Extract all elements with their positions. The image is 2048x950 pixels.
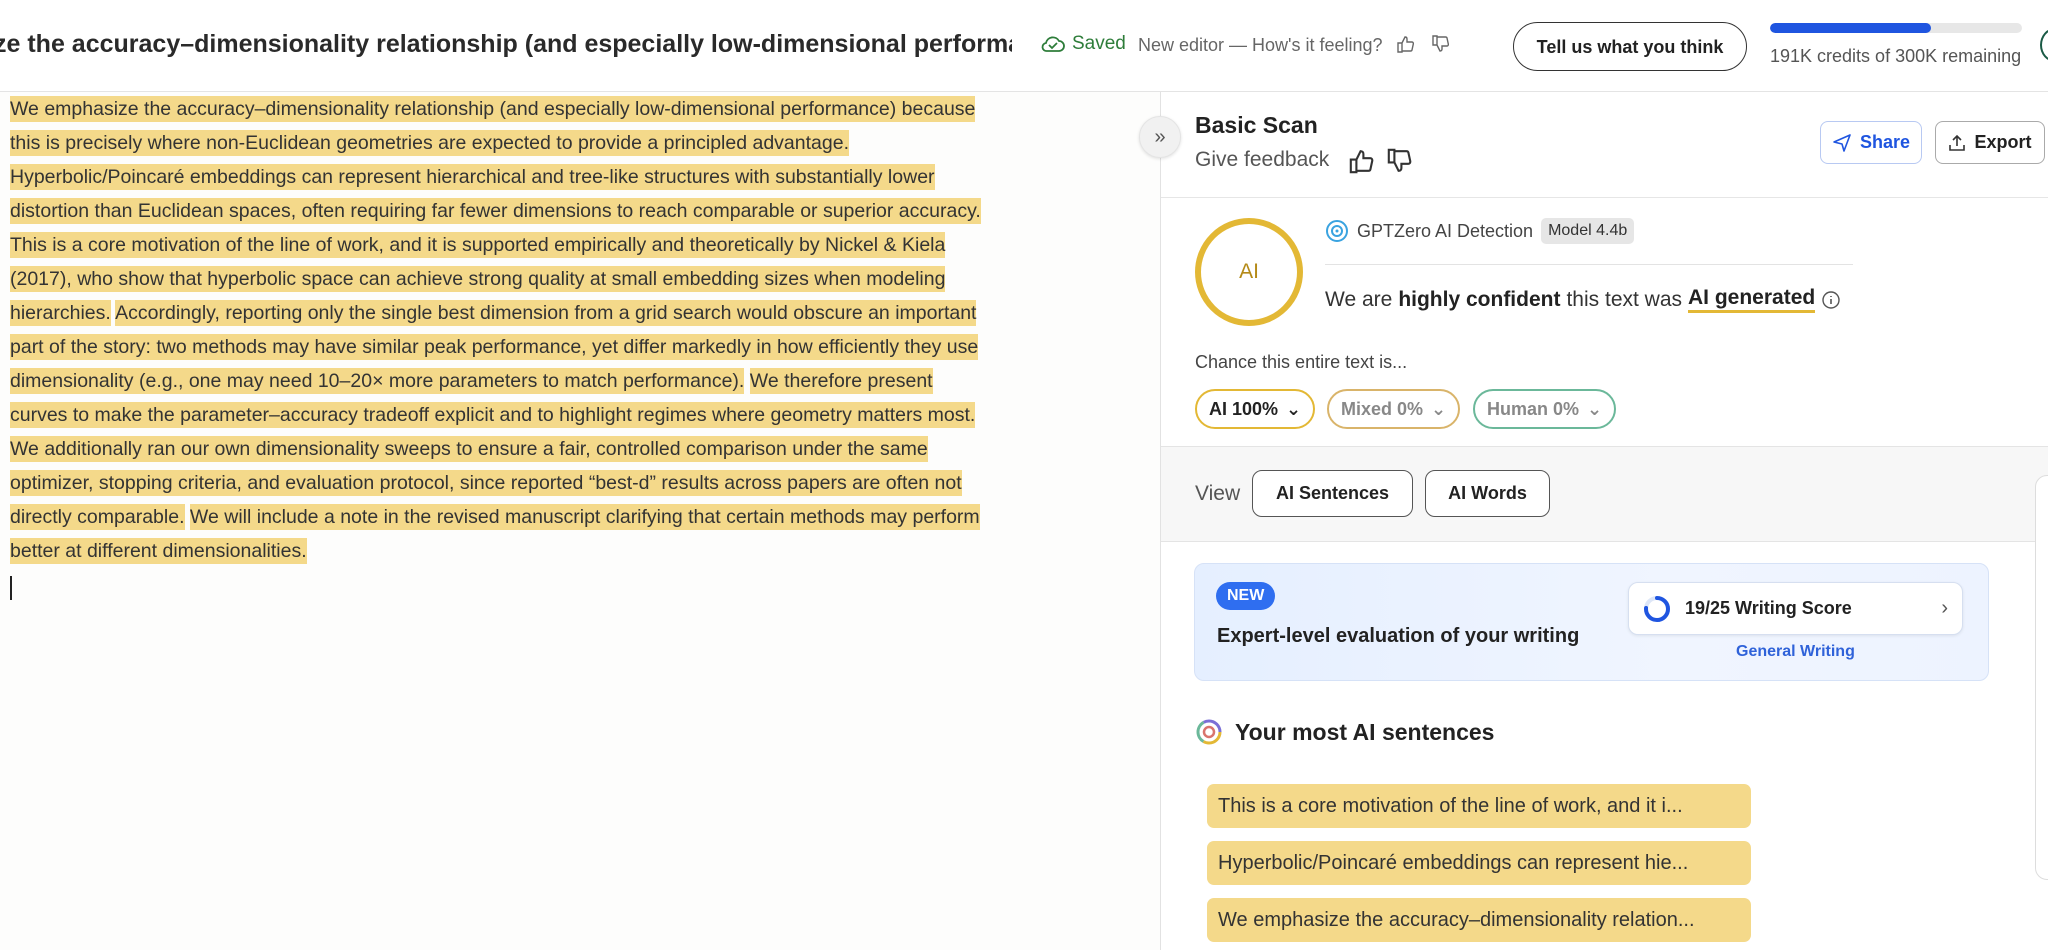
side-drawer-edge[interactable] [2035, 475, 2048, 880]
credits-progress-bar [1770, 23, 2022, 33]
top-bar: ze the accuracy–dimensionality relations… [0, 0, 2048, 92]
model-tag: Model 4.4b [1541, 218, 1635, 244]
document-title[interactable]: ze the accuracy–dimensionality relations… [0, 30, 1012, 59]
panel-title: Basic Scan [1195, 112, 1318, 138]
panel-divider [1161, 197, 2048, 198]
promo-title: Expert-level evaluation of your writing [1217, 625, 1580, 647]
top-ai-sentence[interactable]: Hyperbolic/Poincaré embeddings can repre… [1207, 841, 1751, 885]
info-icon[interactable] [1821, 290, 1841, 310]
saved-label: Saved [1072, 33, 1126, 54]
verdict-text: We are highly confident this text was AI… [1325, 286, 1841, 313]
top-ai-sentence[interactable]: We emphasize the accuracy–dimensionality… [1207, 898, 1751, 942]
chevron-down-icon: ⌄ [1431, 398, 1447, 419]
tell-us-button[interactable]: Tell us what you think [1513, 22, 1747, 71]
chance-label: Chance this entire text is... [1195, 352, 1408, 372]
multicolor-ring-icon [1196, 719, 1222, 745]
chevron-down-icon: ⌄ [1587, 398, 1603, 419]
detector-name: GPTZero AI Detection [1357, 220, 1534, 241]
saved-status: Saved [1040, 33, 1126, 55]
pill-mixed-label: Mixed 0% [1341, 398, 1424, 419]
editor-text[interactable]: We emphasize the accuracy–dimensionality… [10, 92, 995, 600]
chevron-right-icon: › [1941, 597, 1948, 619]
collapse-panel-button[interactable]: » [1139, 116, 1181, 158]
credits-text: 191K credits of 300K remaining [1770, 46, 2022, 66]
highlighted-sentence[interactable]: Hyperbolic/Poincaré embeddings can repre… [10, 164, 981, 224]
editor-paragraph[interactable]: We emphasize the accuracy–dimensionality… [10, 92, 995, 432]
view-label: View [1195, 482, 1241, 505]
ai-sentences-button[interactable]: AI Sentences [1252, 470, 1413, 517]
avatar[interactable] [2040, 28, 2048, 62]
thumbs-down-icon[interactable] [1386, 147, 1414, 175]
most-ai-heading: Your most AI sentences [1195, 718, 1494, 746]
detector-divider [1325, 264, 1853, 265]
detector-row: GPTZero AI Detection Model 4.4b [1325, 218, 1635, 244]
give-feedback-label: Give feedback [1195, 148, 1330, 171]
pill-human-label: Human 0% [1487, 398, 1580, 419]
writing-score-card[interactable]: 19/25 Writing Score › [1628, 582, 1963, 635]
highlighted-sentence[interactable]: We emphasize the accuracy–dimensionality… [10, 96, 976, 156]
share-arrow-icon [1833, 133, 1851, 152]
export-label: Export [1974, 132, 2032, 152]
cloud-check-icon [1041, 36, 1065, 52]
new-badge: NEW [1216, 582, 1276, 610]
gptzero-logo-icon [1326, 220, 1348, 242]
export-icon [1949, 134, 1966, 151]
most-ai-title: Your most AI sentences [1235, 718, 1495, 745]
pill-mixed[interactable]: Mixed 0% ⌄ [1327, 389, 1461, 429]
chevron-down-icon: ⌄ [1286, 398, 1302, 419]
pill-ai-label: AI 100% [1209, 398, 1279, 419]
pill-human[interactable]: Human 0% ⌄ [1473, 389, 1617, 429]
text-cursor [10, 576, 12, 600]
top-ai-sentence[interactable]: This is a core motivation of the line of… [1207, 784, 1751, 828]
double-chevron-right-icon: » [1154, 125, 1166, 148]
writing-score: 19/25 Writing Score [1685, 598, 1852, 618]
pill-ai[interactable]: AI 100% ⌄ [1195, 389, 1316, 429]
editor-feedback-prompt: New editor — How's it feeling? [1138, 35, 1383, 55]
verdict-pre: We are [1325, 287, 1393, 311]
verdict-mid: this text was [1566, 287, 1683, 311]
share-label: Share [1859, 132, 1911, 152]
thumbs-down-icon[interactable] [1431, 34, 1451, 54]
verdict-strong: highly confident [1398, 287, 1561, 311]
writing-category[interactable]: General Writing [1736, 643, 1855, 661]
verdict-ai-generated[interactable]: AI generated [1688, 286, 1816, 313]
ai-words-button[interactable]: AI Words [1425, 470, 1550, 517]
credits-progress-fill [1770, 23, 1931, 33]
ai-score-circle: AI [1195, 218, 1303, 326]
export-button[interactable]: Export [1935, 121, 2045, 164]
thumbs-up-icon[interactable] [1348, 147, 1376, 175]
editor-paragraph[interactable]: We additionally ran our own dimensionali… [10, 432, 995, 568]
thumbs-up-icon[interactable] [1396, 34, 1416, 54]
share-button[interactable]: Share [1820, 121, 1922, 164]
spinner-score-icon [1644, 595, 1670, 622]
